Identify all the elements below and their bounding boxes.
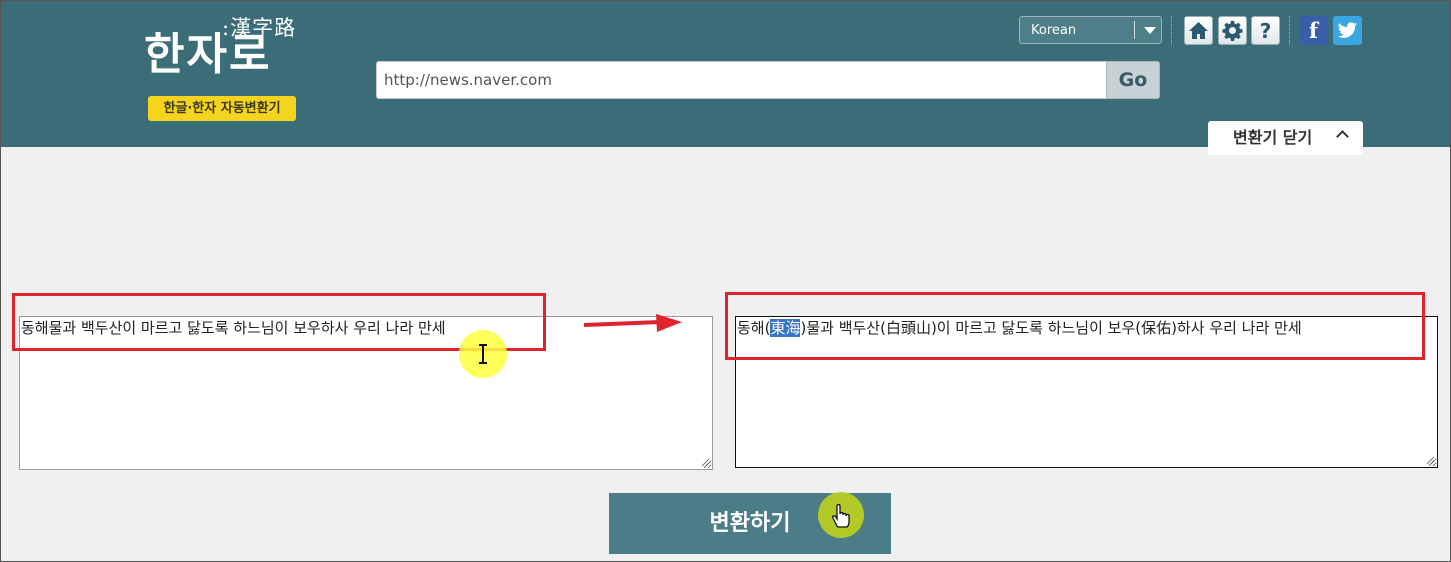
language-select[interactable]: Korean [1019,16,1162,44]
output-text-before: 동해( [737,319,771,337]
hand-cursor-icon [832,503,850,528]
dropdown-arrow-icon [1144,27,1156,34]
divider [1171,16,1172,45]
facebook-icon: f [1308,18,1319,43]
chevron-up-icon [1336,130,1349,143]
logo[interactable]: 한자로 [144,33,271,77]
language-select-value: Korean [1031,23,1077,38]
cursor-highlight [818,492,864,538]
go-button[interactable]: Go [1106,61,1160,99]
output-text: 동해(東海)물과 백두산(白頭山)이 마르고 닳도록 하느님이 보우(保佑)하사… [737,319,1436,337]
text-cursor-icon [479,344,487,364]
help-button[interactable]: ? [1251,16,1280,45]
close-converter-tab[interactable]: 변환기 닫기 [1208,121,1363,155]
output-textarea[interactable]: 동해(東海)물과 백두산(白頭山)이 마르고 닳도록 하느님이 보우(保佑)하사… [735,316,1438,468]
input-textarea[interactable]: 동해물과 백두산이 마르고 닳도록 하느님이 보우하사 우리 나라 만세 [19,316,713,470]
select-divider [1134,21,1135,39]
url-input[interactable] [376,61,1107,99]
output-selected-text: 東海 [770,319,801,337]
help-icon: ? [1259,18,1272,43]
close-tab-label: 변환기 닫기 [1233,128,1313,147]
divider [1289,16,1290,45]
twitter-button[interactable] [1333,16,1362,45]
facebook-button[interactable]: f [1299,16,1328,45]
home-button[interactable] [1184,16,1213,45]
home-icon [1189,22,1208,39]
output-text-after: )물과 백두산(白頭山)이 마르고 닳도록 하느님이 보우(保佑)하사 우리 나… [800,319,1302,337]
settings-button[interactable] [1218,16,1247,45]
twitter-icon [1337,21,1358,38]
gear-icon [1222,20,1243,41]
annotation-arrow-icon [583,314,682,332]
resize-grip-icon[interactable] [1426,456,1435,465]
resize-grip-icon[interactable] [701,458,710,467]
logo-badge: 한글·한자 자동변환기 [148,96,296,121]
cursor-highlight [459,330,507,378]
header: :漢字路 한자로 한글·한자 자동변환기 Go Korean ? f 변환기 닫… [0,0,1451,155]
